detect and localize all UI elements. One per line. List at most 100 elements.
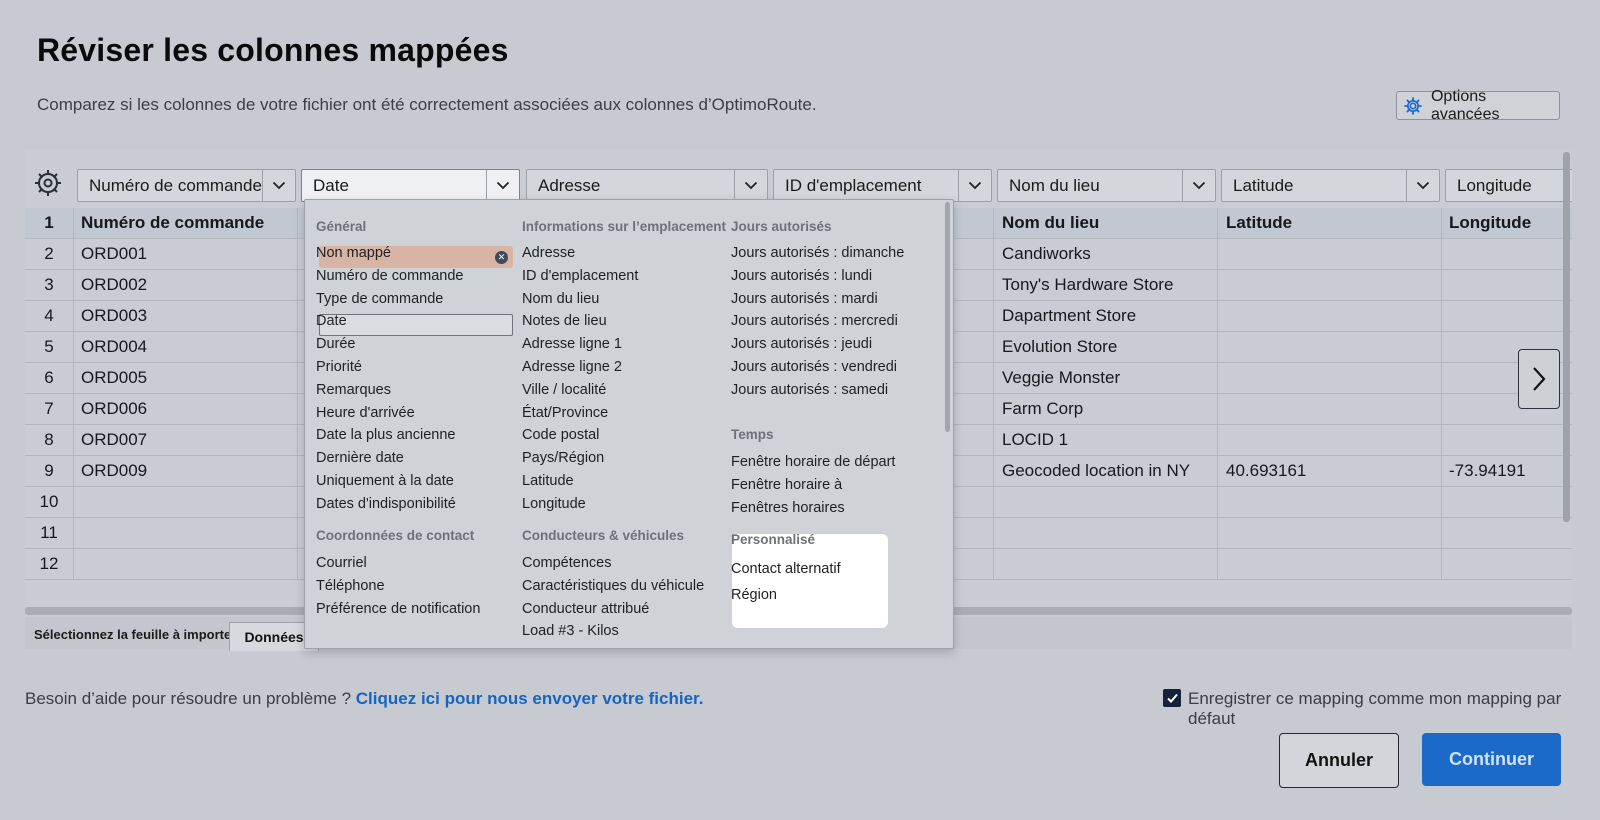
continue-button[interactable]: Continuer: [1422, 733, 1561, 786]
dropdown-option[interactable]: État/Province: [522, 405, 608, 421]
column-select[interactable]: Date: [301, 169, 520, 202]
column-select[interactable]: Longitude: [1445, 169, 1572, 202]
dropdown-option[interactable]: Latitude: [522, 473, 574, 489]
dropdown-option[interactable]: Jours autorisés : mercredi: [731, 313, 898, 329]
dropdown-option[interactable]: Jours autorisés : jeudi: [731, 336, 872, 352]
dropdown-option[interactable]: Load #3 - Kilos: [522, 623, 619, 639]
dropdown-option[interactable]: Priorité: [316, 359, 362, 375]
dropdown-option[interactable]: Jours autorisés : mardi: [731, 291, 878, 307]
next-columns-button[interactable]: [1518, 349, 1560, 409]
dropdown-option[interactable]: Contact alternatif: [731, 561, 841, 577]
column-select[interactable]: Numéro de commande: [77, 169, 296, 202]
table-cell: Tony's Hardware Store: [1002, 275, 1174, 294]
column-select-label: Adresse: [538, 175, 601, 195]
dropdown-option[interactable]: Numéro de commande: [316, 268, 464, 284]
dropdown-option[interactable]: Ville / localité: [522, 382, 606, 398]
table-cell: [1226, 239, 1436, 269]
table-cell: ORD005: [81, 368, 148, 387]
dropdown-option[interactable]: Date la plus ancienne: [316, 427, 455, 443]
table-cell: [1449, 425, 1559, 455]
gear-icon: [1404, 96, 1422, 115]
column-mapping-row: Numéro de commande Date Adresse ID d'emplac…: [25, 156, 1572, 204]
dropdown-option[interactable]: Code postal: [522, 427, 599, 443]
table-cell: [1449, 487, 1559, 517]
dropdown-option[interactable]: Fenêtre horaire de départ: [731, 454, 895, 470]
dropdown-option[interactable]: Adresse ligne 1: [522, 336, 622, 352]
vertical-scrollbar[interactable]: [1563, 152, 1570, 522]
column-select[interactable]: Nom du lieu: [997, 169, 1216, 202]
column-settings-icon[interactable]: [33, 168, 63, 198]
save-default-checkbox[interactable]: [1163, 689, 1181, 707]
table-cell: ORD002: [81, 275, 148, 294]
dropdown-option[interactable]: Remarques: [316, 382, 391, 398]
row-number: 11: [25, 518, 74, 548]
dropdown-option[interactable]: Jours autorisés : dimanche: [731, 245, 904, 261]
dropdown-option[interactable]: Uniquement à la date: [316, 473, 454, 489]
dropdown-option[interactable]: Date: [316, 313, 347, 329]
table-cell: [1226, 332, 1436, 362]
table-cell: [1449, 301, 1559, 331]
dropdown-option[interactable]: Type de commande: [316, 291, 443, 307]
dropdown-option[interactable]: Durée: [316, 336, 356, 352]
dropdown-option[interactable]: Jours autorisés : vendredi: [731, 359, 897, 375]
dropdown-option[interactable]: Conducteur attribué: [522, 601, 649, 617]
help-link[interactable]: Cliquez ici pour nous envoyer votre fich…: [356, 689, 704, 708]
dropdown-option[interactable]: Dates d'indisponibilité: [316, 496, 456, 512]
dropdown-option[interactable]: Adresse: [522, 245, 575, 261]
dropdown-option[interactable]: Téléphone: [316, 578, 385, 594]
dropdown-option[interactable]: Notes de lieu: [522, 313, 607, 329]
hover-option-outline: [319, 314, 513, 336]
column-select-label: ID d'emplacement: [785, 175, 922, 195]
dropdown-option[interactable]: Nom du lieu: [522, 291, 599, 307]
dropdown-scrollbar[interactable]: [945, 202, 950, 432]
dropdown-option[interactable]: Fenêtre horaire à: [731, 477, 842, 493]
dropdown-option[interactable]: Heure d'arrivée: [316, 405, 415, 421]
page-subtitle: Comparez si les colonnes de votre fichie…: [37, 95, 817, 114]
chevron-down-icon: [958, 170, 991, 201]
table-cell: Farm Corp: [1002, 399, 1084, 418]
sheet-selector-label: Sélectionnez la feuille à importer :: [34, 627, 245, 642]
row-number: 12: [25, 549, 74, 579]
table-cell: [1226, 363, 1436, 393]
row-number: 9: [25, 456, 74, 486]
table-cell: Numéro de commande: [81, 213, 265, 232]
column-select-label: Nom du lieu: [1009, 175, 1100, 195]
close-icon[interactable]: ✕: [495, 251, 508, 264]
dropdown-option[interactable]: Dernière date: [316, 450, 404, 466]
column-select[interactable]: Adresse: [526, 169, 768, 202]
dropdown-option[interactable]: Fenêtres horaires: [731, 500, 845, 516]
advanced-options-button[interactable]: Options avancées: [1396, 88, 1560, 123]
table-cell: [1449, 270, 1559, 300]
column-select-label: Latitude: [1233, 175, 1294, 195]
dropdown-option[interactable]: Région: [731, 587, 777, 603]
chevron-down-icon: [1182, 170, 1215, 201]
chevron-down-icon: [262, 170, 295, 201]
dropdown-option[interactable]: Pays/Région: [522, 450, 604, 466]
dropdown-option[interactable]: Caractéristiques du véhicule: [522, 578, 704, 594]
dropdown-option[interactable]: ID d'emplacement: [522, 268, 638, 284]
table-cell: [1226, 425, 1436, 455]
table-cell: [1002, 518, 1212, 548]
column-type-dropdown: ✕ Général Non mappé Numéro de commande Type…: [304, 199, 954, 649]
page-title: Réviser les colonnes mappées: [37, 32, 509, 68]
table-cell: Dapartment Store: [1002, 306, 1137, 325]
row-number: 5: [25, 332, 74, 362]
dropdown-option[interactable]: Courriel: [316, 555, 367, 571]
dropdown-option[interactable]: Préférence de notification: [316, 601, 480, 617]
dropdown-option[interactable]: Jours autorisés : lundi: [731, 268, 872, 284]
table-cell: [1002, 487, 1212, 517]
dropdown-option[interactable]: Non mappé: [316, 245, 391, 261]
dropdown-option[interactable]: Jours autorisés : samedi: [731, 382, 888, 398]
chevron-down-icon: [734, 170, 767, 201]
dropdown-option[interactable]: Longitude: [522, 496, 586, 512]
cancel-button[interactable]: Annuler: [1279, 733, 1399, 788]
column-divider: [1441, 208, 1442, 580]
table-cell: [1449, 549, 1559, 579]
dropdown-section-heading: Temps: [731, 427, 774, 442]
table-cell: Veggie Monster: [1002, 368, 1121, 387]
table-cell: [81, 487, 291, 517]
column-select[interactable]: ID d'emplacement: [773, 169, 992, 202]
dropdown-option[interactable]: Adresse ligne 2: [522, 359, 622, 375]
dropdown-option[interactable]: Compétences: [522, 555, 611, 571]
column-select[interactable]: Latitude: [1221, 169, 1440, 202]
